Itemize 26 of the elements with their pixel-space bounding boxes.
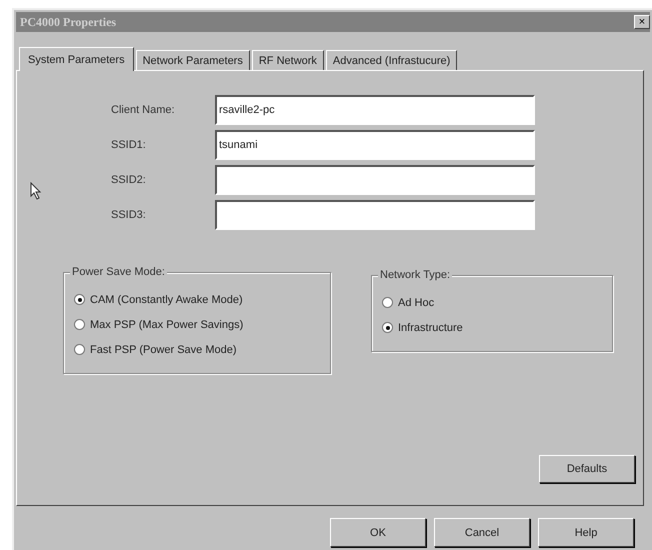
dialog-button[interactable]: OK [330,518,426,547]
radio-option[interactable]: Infrastructure [382,315,463,340]
group-title: Network Type: [378,269,452,281]
field-label: SSID1: [111,139,147,151]
window-title: PC4000 Properties [20,14,116,30]
radio-option[interactable]: Fast PSP (Power Save Mode) [74,337,237,362]
input-field[interactable]: rsaville2-pc [215,95,535,125]
field-label: SSID3: [111,209,147,221]
field-label: Client Name: [111,104,176,116]
tab[interactable]: RF Network [252,50,324,70]
pointer-icon [30,182,42,200]
input-field[interactable] [215,165,535,195]
field-label: SSID2: [111,174,147,186]
tab[interactable]: System Parameters [19,47,134,71]
tab[interactable]: Network Parameters [136,50,250,70]
dialog-button[interactable]: Help [538,518,634,547]
group-title: Power Save Mode: [70,266,167,278]
close-button[interactable]: × [634,15,650,29]
tab[interactable]: Advanced (Infrastucure) [326,50,458,70]
dialog-button[interactable]: Cancel [434,518,530,547]
input-field[interactable] [215,200,535,230]
input-field[interactable]: tsunami [215,130,535,160]
radio-option[interactable]: Max PSP (Max Power Savings) [74,312,244,337]
radio-option[interactable]: Ad Hoc [382,290,434,315]
defaults-button[interactable]: Defaults [539,455,635,483]
radio-option[interactable]: CAM (Constantly Awake Mode) [74,287,243,312]
